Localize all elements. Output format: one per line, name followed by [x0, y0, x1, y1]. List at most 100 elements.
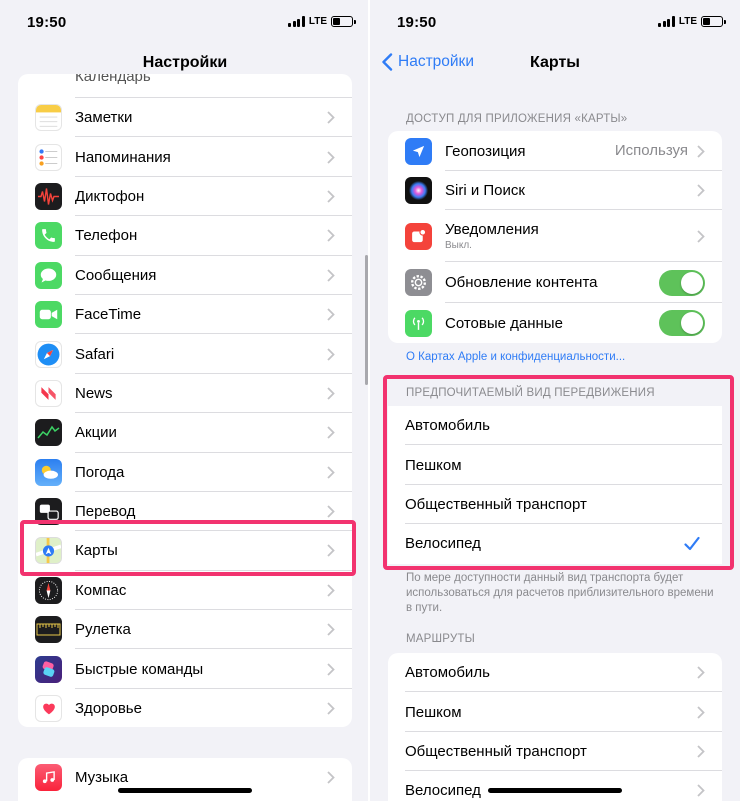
settings-row-calendar[interactable]: Календарь — [18, 74, 352, 98]
settings-screen: 19:50 LTE Настройки Календарь Заметки На… — [0, 0, 370, 801]
news-icon — [35, 379, 62, 407]
chevron-right-icon — [327, 190, 335, 203]
phone-icon — [35, 222, 62, 250]
access-row-notifications[interactable]: Уведомления Выкл. — [388, 210, 722, 262]
siri-icon — [405, 177, 432, 204]
settings-row-weather[interactable]: Погода — [18, 453, 352, 492]
maps-icon — [35, 537, 62, 565]
signal-icon — [658, 16, 675, 27]
route-option-car[interactable]: Автомобиль — [388, 653, 722, 693]
home-indicator[interactable] — [488, 788, 622, 793]
status-bar: 19:50 LTE — [0, 0, 370, 44]
status-bar: 19:50 LTE — [370, 0, 740, 44]
safari-icon — [35, 340, 62, 368]
translate-icon — [35, 498, 62, 526]
chevron-right-icon — [697, 144, 705, 158]
notifications-icon — [405, 222, 432, 250]
route-option-walk[interactable]: Пешком — [388, 692, 722, 732]
transport-option-transit[interactable]: Общественный транспорт — [388, 485, 722, 525]
measure-icon — [35, 616, 62, 644]
network-type: LTE — [678, 16, 697, 27]
chevron-right-icon — [327, 544, 335, 558]
chevron-right-icon — [327, 466, 335, 479]
cellular-antenna-icon — [405, 309, 432, 337]
transport-option-car[interactable]: Автомобиль — [388, 406, 722, 446]
chevron-right-icon — [327, 426, 335, 439]
privacy-link[interactable]: О Картах Apple и конфиденциальности... — [406, 351, 625, 363]
location-value: Используя — [614, 142, 688, 159]
chevron-right-icon — [327, 505, 335, 518]
transport-option-walk[interactable]: Пешком — [388, 445, 722, 485]
battery-icon — [331, 16, 356, 27]
checkmark-icon — [684, 536, 700, 550]
chevron-right-icon — [327, 229, 335, 242]
routes-section-header: МАРШРУТЫ — [406, 633, 475, 645]
chevron-right-icon — [327, 347, 335, 361]
settings-row-voice-memos[interactable]: Диктофон — [18, 177, 352, 217]
transport-group: Автомобиль Пешком Общественный транспорт… — [388, 406, 722, 564]
notes-icon — [35, 104, 62, 132]
chevron-right-icon — [327, 150, 335, 164]
page-title: Настройки — [142, 54, 228, 71]
settings-row-news[interactable]: News — [18, 374, 352, 414]
settings-row-health[interactable]: Здоровье — [18, 689, 352, 727]
network-type: LTE — [308, 16, 327, 27]
location-arrow-icon — [405, 137, 432, 165]
home-indicator[interactable] — [118, 788, 252, 793]
access-row-background-refresh: Обновление контента — [388, 262, 722, 303]
battery-icon — [701, 16, 726, 27]
access-row-location[interactable]: Геопозиция Используя — [388, 131, 722, 171]
chevron-right-icon — [327, 387, 335, 400]
stocks-icon — [35, 419, 62, 447]
access-group: Геопозиция Используя Siri и Поиск Уведом… — [388, 131, 722, 343]
route-option-bicycle[interactable]: Велосипед — [388, 771, 722, 801]
health-icon — [35, 695, 62, 723]
nav-bar: Настройки Карты — [370, 44, 740, 84]
apps-list: Календарь Заметки Напоминания Диктофон Т… — [18, 74, 352, 727]
chevron-right-icon — [327, 111, 335, 124]
settings-row-maps[interactable]: Карты — [18, 531, 352, 571]
settings-row-measure[interactable]: Рулетка — [18, 610, 352, 650]
chevron-right-icon — [697, 705, 705, 719]
reminders-icon — [35, 143, 62, 171]
access-section-header: ДОСТУП ДЛЯ ПРИЛОЖЕНИЯ «КАРТЫ» — [406, 113, 628, 125]
chevron-right-icon — [697, 745, 705, 758]
transport-footer-note: По мере доступности данный вид транспорт… — [406, 572, 714, 614]
calendar-icon — [35, 74, 62, 86]
signal-icon — [288, 16, 305, 27]
chevron-right-icon — [697, 666, 705, 679]
chevron-right-icon — [327, 584, 335, 597]
chevron-right-icon — [697, 184, 705, 197]
chevron-right-icon — [327, 308, 335, 321]
chevron-right-icon — [327, 663, 335, 676]
status-time: 19:50 — [27, 14, 67, 31]
facetime-icon — [35, 301, 62, 329]
access-row-siri[interactable]: Siri и Поиск — [388, 171, 722, 210]
access-row-cellular: Сотовые данные — [388, 303, 722, 343]
chevron-right-icon — [327, 269, 335, 282]
compass-icon — [35, 576, 62, 604]
background-refresh-toggle[interactable] — [659, 269, 705, 296]
chevron-right-icon — [697, 229, 705, 243]
settings-row-notes[interactable]: Заметки — [18, 98, 352, 138]
status-time: 19:50 — [397, 14, 437, 31]
settings-row-translate[interactable]: Перевод — [18, 492, 352, 532]
messages-icon — [35, 261, 62, 289]
music-group: Музыка — [18, 758, 352, 801]
transport-option-bicycle[interactable]: Велосипед — [388, 524, 722, 563]
settings-row-phone[interactable]: Телефон — [18, 216, 352, 256]
page-title: Карты — [530, 54, 580, 71]
settings-row-shortcuts[interactable]: Быстрые команды — [18, 649, 352, 689]
voice-memos-icon — [35, 182, 62, 210]
settings-row-facetime[interactable]: FaceTime — [18, 295, 352, 335]
notifications-status: Выкл. — [445, 240, 472, 251]
settings-row-stocks[interactable]: Акции — [18, 413, 352, 453]
chevron-right-icon — [327, 771, 335, 784]
shortcuts-icon — [35, 655, 62, 683]
cellular-data-toggle[interactable] — [659, 310, 705, 336]
settings-row-safari[interactable]: Safari — [18, 334, 352, 374]
route-option-transit[interactable]: Общественный транспорт — [388, 732, 722, 772]
settings-row-reminders[interactable]: Напоминания — [18, 137, 352, 177]
settings-row-compass[interactable]: Компас — [18, 571, 352, 611]
settings-row-messages[interactable]: Сообщения — [18, 256, 352, 295]
